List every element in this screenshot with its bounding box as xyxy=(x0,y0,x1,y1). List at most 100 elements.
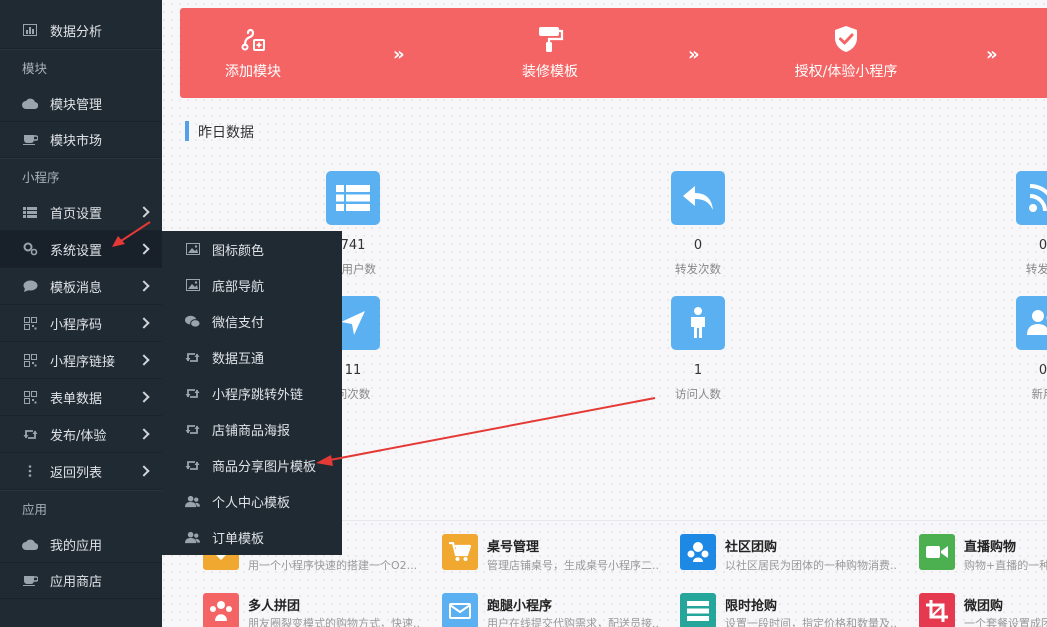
sidebar-item-label: 数据分析 xyxy=(50,24,103,40)
stat-label: 访问人数 xyxy=(675,387,721,401)
sidebar-item-label: 我的应用 xyxy=(50,538,103,554)
sidebar-item-label: 应用商店 xyxy=(50,574,103,590)
person-icon xyxy=(671,296,725,350)
submenu-item-data-sync[interactable]: 数据互通 xyxy=(162,339,342,375)
sidebar-item-data-analysis[interactable]: 数据分析 xyxy=(0,12,162,49)
sidebar-item-home-settings[interactable]: 首页设置 xyxy=(0,194,162,231)
submenu-item-label: 商品分享图片模板 xyxy=(212,459,317,475)
video-icon[interactable] xyxy=(919,534,955,570)
mail-icon[interactable] xyxy=(442,593,478,627)
paint-roller-icon xyxy=(539,27,564,52)
submenu-item-profile-template[interactable]: 个人中心模板 xyxy=(162,483,342,519)
chevron-right-icon xyxy=(138,317,150,329)
cup-icon xyxy=(22,573,38,587)
step-label: 装修模板 xyxy=(522,64,578,80)
sidebar-item-label: 模块市场 xyxy=(50,133,103,149)
sidebar-item-miniprogram-link[interactable]: 小程序链接 xyxy=(0,342,162,379)
cloud-icon xyxy=(22,537,38,551)
submenu-item-icon-color[interactable]: 图标颜色 xyxy=(162,231,342,267)
app-desc: 设置一段时间，指定价格和数量及... xyxy=(725,617,897,627)
stat-label: 新用 xyxy=(1031,387,1047,401)
users-icon xyxy=(1016,296,1047,350)
step-label: 授权/体验小程序 xyxy=(794,64,898,80)
sidebar-item-system-settings[interactable]: 系统设置 xyxy=(0,231,162,268)
chat-icon xyxy=(22,279,38,293)
step-arrow: » xyxy=(986,44,998,65)
stat-value: 0 xyxy=(1038,363,1047,378)
qrcode-icon xyxy=(22,390,38,404)
stat-label: 转发次数 xyxy=(675,262,721,276)
submenu-item-wechat-pay[interactable]: 微信支付 xyxy=(162,303,342,339)
step-decorate-template[interactable]: 装修模板 xyxy=(480,8,620,98)
sidebar-item-module-market[interactable]: 模块市场 xyxy=(0,121,162,158)
step-add-module[interactable]: 添加模块 xyxy=(183,8,323,98)
crop-icon[interactable] xyxy=(919,593,955,627)
app-desc: 朋友圈裂变模式的购物方式，快速... xyxy=(248,617,420,627)
section-title: 昨日数据 xyxy=(198,125,254,141)
retweet-icon xyxy=(185,459,200,472)
app-name[interactable]: 微团购 xyxy=(964,595,1003,614)
sidebar-item-label: 小程序码 xyxy=(50,317,103,333)
submenu-item-external-link[interactable]: 小程序跳转外链 xyxy=(162,375,342,411)
sidebar-item-label: 表单数据 xyxy=(50,391,103,407)
app-desc: 以社区居民为团体的一种购物消费... xyxy=(725,559,897,572)
sidebar-item-form-data[interactable]: 表单数据 xyxy=(0,379,162,416)
sidebar-item-publish[interactable]: 发布/体验 xyxy=(0,416,162,453)
sidebar-item-label: 模板消息 xyxy=(50,280,103,296)
users-icon[interactable] xyxy=(680,534,716,570)
step-authorize-experience[interactable]: 授权/体验小程序 xyxy=(776,8,916,98)
sidebar-item-back-to-list[interactable]: 返回列表 xyxy=(0,453,162,490)
sidebar-item-label: 首页设置 xyxy=(50,206,103,222)
bar-chart-icon xyxy=(22,23,38,37)
steps-banner: 添加模块 » 装修模板 » 授权/体验小程序 » xyxy=(180,8,1047,98)
step-label: 添加模块 xyxy=(225,64,281,80)
submenu-item-store-poster[interactable]: 店铺商品海报 xyxy=(162,411,342,447)
sidebar-item-module-manage[interactable]: 模块管理 xyxy=(0,85,162,122)
submenu-item-label: 图标颜色 xyxy=(212,243,265,259)
chevron-right-icon xyxy=(138,280,150,292)
qrcode-icon xyxy=(22,316,38,330)
submenu-item-bottom-nav[interactable]: 底部导航 xyxy=(162,267,342,303)
submenu-item-label: 底部导航 xyxy=(212,279,265,295)
submenu-item-order-template[interactable]: 订单模板 xyxy=(162,519,342,555)
app-name[interactable]: 直播购物 xyxy=(964,536,1016,555)
sidebar-item-label: 系统设置 xyxy=(50,243,103,259)
section-accent-bar xyxy=(185,121,189,141)
chevron-right-icon xyxy=(138,465,150,477)
shield-check-icon xyxy=(835,26,857,52)
system-settings-submenu: 图标颜色 底部导航 微信支付 数据互通 小程序跳转外链 店铺商品海报 商品分享图… xyxy=(162,231,342,555)
app-name[interactable]: 限时抢购 xyxy=(725,595,777,614)
submenu-item-label: 订单模板 xyxy=(212,531,265,547)
app-name[interactable]: 跑腿小程序 xyxy=(487,595,552,614)
sidebar-item-miniprogram-code[interactable]: 小程序码 xyxy=(0,305,162,342)
wechat-icon xyxy=(185,315,200,328)
sidebar-item-app-store[interactable]: 应用商店 xyxy=(0,562,162,599)
sidebar-group-modules: 模块 xyxy=(0,49,162,85)
app-desc: 购物+直播的一种 xyxy=(964,559,1047,572)
sidebar-item-my-apps[interactable]: 我的应用 xyxy=(0,526,162,563)
gears-icon xyxy=(22,242,38,256)
chevron-right-icon xyxy=(138,428,150,440)
cart-icon[interactable] xyxy=(442,534,478,570)
sidebar-item-label: 模块管理 xyxy=(50,97,103,113)
app-name[interactable]: 桌号管理 xyxy=(487,536,539,555)
app-desc: 管理店铺桌号，生成桌号小程序二... xyxy=(487,559,659,572)
submenu-item-label: 数据互通 xyxy=(212,351,265,367)
users-icon xyxy=(185,531,200,544)
group-icon[interactable] xyxy=(203,593,239,627)
app-desc: 用一个小程序快速的搭建一个O2... xyxy=(248,559,418,572)
stat-value: 0 xyxy=(1038,238,1047,253)
submenu-item-label: 店铺商品海报 xyxy=(212,423,291,439)
chevron-right-icon xyxy=(138,391,150,403)
app-name[interactable]: 多人拼团 xyxy=(248,595,300,614)
stat-value: 0 xyxy=(693,238,703,253)
sidebar-item-label: 发布/体验 xyxy=(50,428,107,444)
sidebar-item-template-messages[interactable]: 模板消息 xyxy=(0,268,162,305)
server-icon[interactable] xyxy=(680,593,716,627)
sidebar: 数据分析 模块 模块管理 模块市场 小程序 首页设置 系统设置 模板消息 小程序… xyxy=(0,0,162,627)
app-name[interactable]: 社区团购 xyxy=(725,536,777,555)
cloud-icon xyxy=(22,96,38,110)
submenu-item-share-image-template[interactable]: 商品分享图片模板 xyxy=(162,447,342,483)
sidebar-item-label: 返回列表 xyxy=(50,465,103,481)
submenu-item-label: 微信支付 xyxy=(212,315,265,331)
